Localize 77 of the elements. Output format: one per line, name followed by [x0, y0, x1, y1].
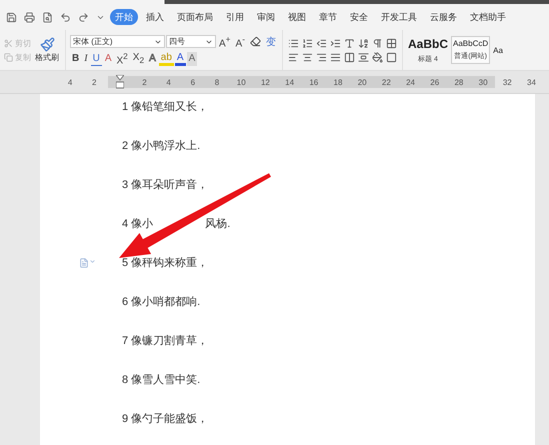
- ruler-number: 4: [165, 78, 172, 86]
- document-line: 9 像勺子能盛饭，: [122, 413, 208, 426]
- ruler-number: 32: [502, 78, 513, 86]
- ruler-number: 22: [380, 78, 392, 86]
- ruler-number: 18: [332, 78, 344, 86]
- align-left-icon[interactable]: [287, 52, 300, 62]
- paragraph-mark-icon[interactable]: [371, 38, 384, 48]
- align-center-icon[interactable]: [301, 52, 314, 62]
- sort-icon[interactable]: [357, 38, 370, 48]
- document-line: 7 像镰刀割青草，: [122, 335, 208, 348]
- ruler-number: 4: [66, 78, 74, 86]
- scissors-icon: [4, 38, 13, 48]
- format-button[interactable]: A: [147, 52, 158, 66]
- document-line: 3 像耳朵听声音，: [122, 179, 208, 192]
- format-painter-button[interactable]: 格式刷: [33, 37, 61, 63]
- document-line: 4 像小: [122, 218, 154, 231]
- document-line: 5 像秤钩来称重，: [122, 257, 208, 270]
- format-button[interactable]: A: [186, 52, 198, 66]
- menu-tab[interactable]: 安全: [345, 9, 373, 25]
- format-button[interactable]: A: [102, 52, 114, 66]
- menu-tab[interactable]: 页面布局: [172, 9, 218, 25]
- document-line: 2 像小鸭浮水上.: [122, 140, 200, 153]
- fill-bucket-icon[interactable]: [371, 52, 384, 62]
- distribute-icon[interactable]: [343, 52, 356, 62]
- format-button[interactable]: B: [70, 52, 82, 66]
- font-name-select[interactable]: 宋体 (正文): [70, 35, 165, 48]
- outdent-icon[interactable]: [315, 38, 328, 48]
- menu-tab[interactable]: 开发工具: [376, 9, 422, 25]
- eraser-icon[interactable]: [248, 34, 263, 48]
- ruler-number: 2: [91, 78, 98, 86]
- menu-tab[interactable]: 插入: [141, 9, 169, 25]
- paintbrush-icon: [40, 37, 54, 52]
- indent-marker-icon[interactable]: [116, 75, 124, 89]
- format-button[interactable]: X$^{2}$: [114, 52, 130, 66]
- ruler-number: 24: [405, 78, 416, 86]
- font-size-select[interactable]: 四号: [166, 35, 216, 48]
- format-button[interactable]: X$_{2}$: [130, 52, 146, 66]
- text-direction-icon[interactable]: [343, 38, 356, 48]
- document-line: 6 像小哨都都响.: [122, 296, 200, 309]
- font-button[interactable]: A$^{-}$: [234, 34, 247, 48]
- ruler-number: 10: [236, 78, 247, 86]
- ruler-number: 16: [308, 78, 320, 86]
- document-line: 1 像铅笔细又长，: [122, 101, 208, 114]
- style-preset[interactable]: Aa: [491, 42, 505, 58]
- ruler-number: 26: [429, 78, 440, 86]
- ruler-number: 14: [284, 78, 296, 86]
- numbered-list-icon[interactable]: [301, 38, 314, 48]
- copy-icon: [4, 52, 13, 62]
- save-icon[interactable]: [4, 12, 19, 22]
- indent-icon[interactable]: [329, 38, 342, 48]
- menu-tab[interactable]: 章节: [314, 9, 342, 25]
- menu-tab[interactable]: 引用: [221, 9, 249, 25]
- menu-tab[interactable]: 审阅: [252, 9, 280, 25]
- font-button[interactable]: 变: [264, 34, 278, 48]
- table-icon[interactable]: [385, 38, 398, 48]
- line-spacing-icon[interactable]: [357, 52, 370, 62]
- ruler-number: 12: [260, 78, 271, 86]
- document-line: 风杨.: [205, 218, 230, 231]
- ruler-number: 2: [141, 78, 148, 86]
- border-icon[interactable]: [385, 52, 398, 62]
- font-button[interactable]: A$^{+}$: [217, 34, 233, 48]
- print-icon[interactable]: [22, 12, 37, 22]
- align-right-icon[interactable]: [315, 52, 328, 62]
- ruler-number: 28: [453, 78, 464, 86]
- document-line: 8 像雪人雪中笑.: [122, 374, 200, 387]
- ruler-number: 8: [214, 78, 220, 86]
- ruler-number: 20: [356, 78, 368, 86]
- menu-tab[interactable]: 文档助手: [465, 9, 511, 25]
- menu-tab[interactable]: 视图: [283, 9, 311, 25]
- format-button[interactable]: I: [82, 52, 90, 66]
- justify-icon[interactable]: [329, 52, 342, 62]
- menu-tab[interactable]: 云服务: [425, 9, 462, 25]
- ruler-number: 34: [526, 78, 537, 86]
- menu-tab[interactable]: 开始: [110, 9, 138, 25]
- ruler-number: 6: [190, 78, 196, 86]
- ruler-number: 30: [478, 78, 489, 86]
- format-button[interactable]: U: [90, 52, 102, 66]
